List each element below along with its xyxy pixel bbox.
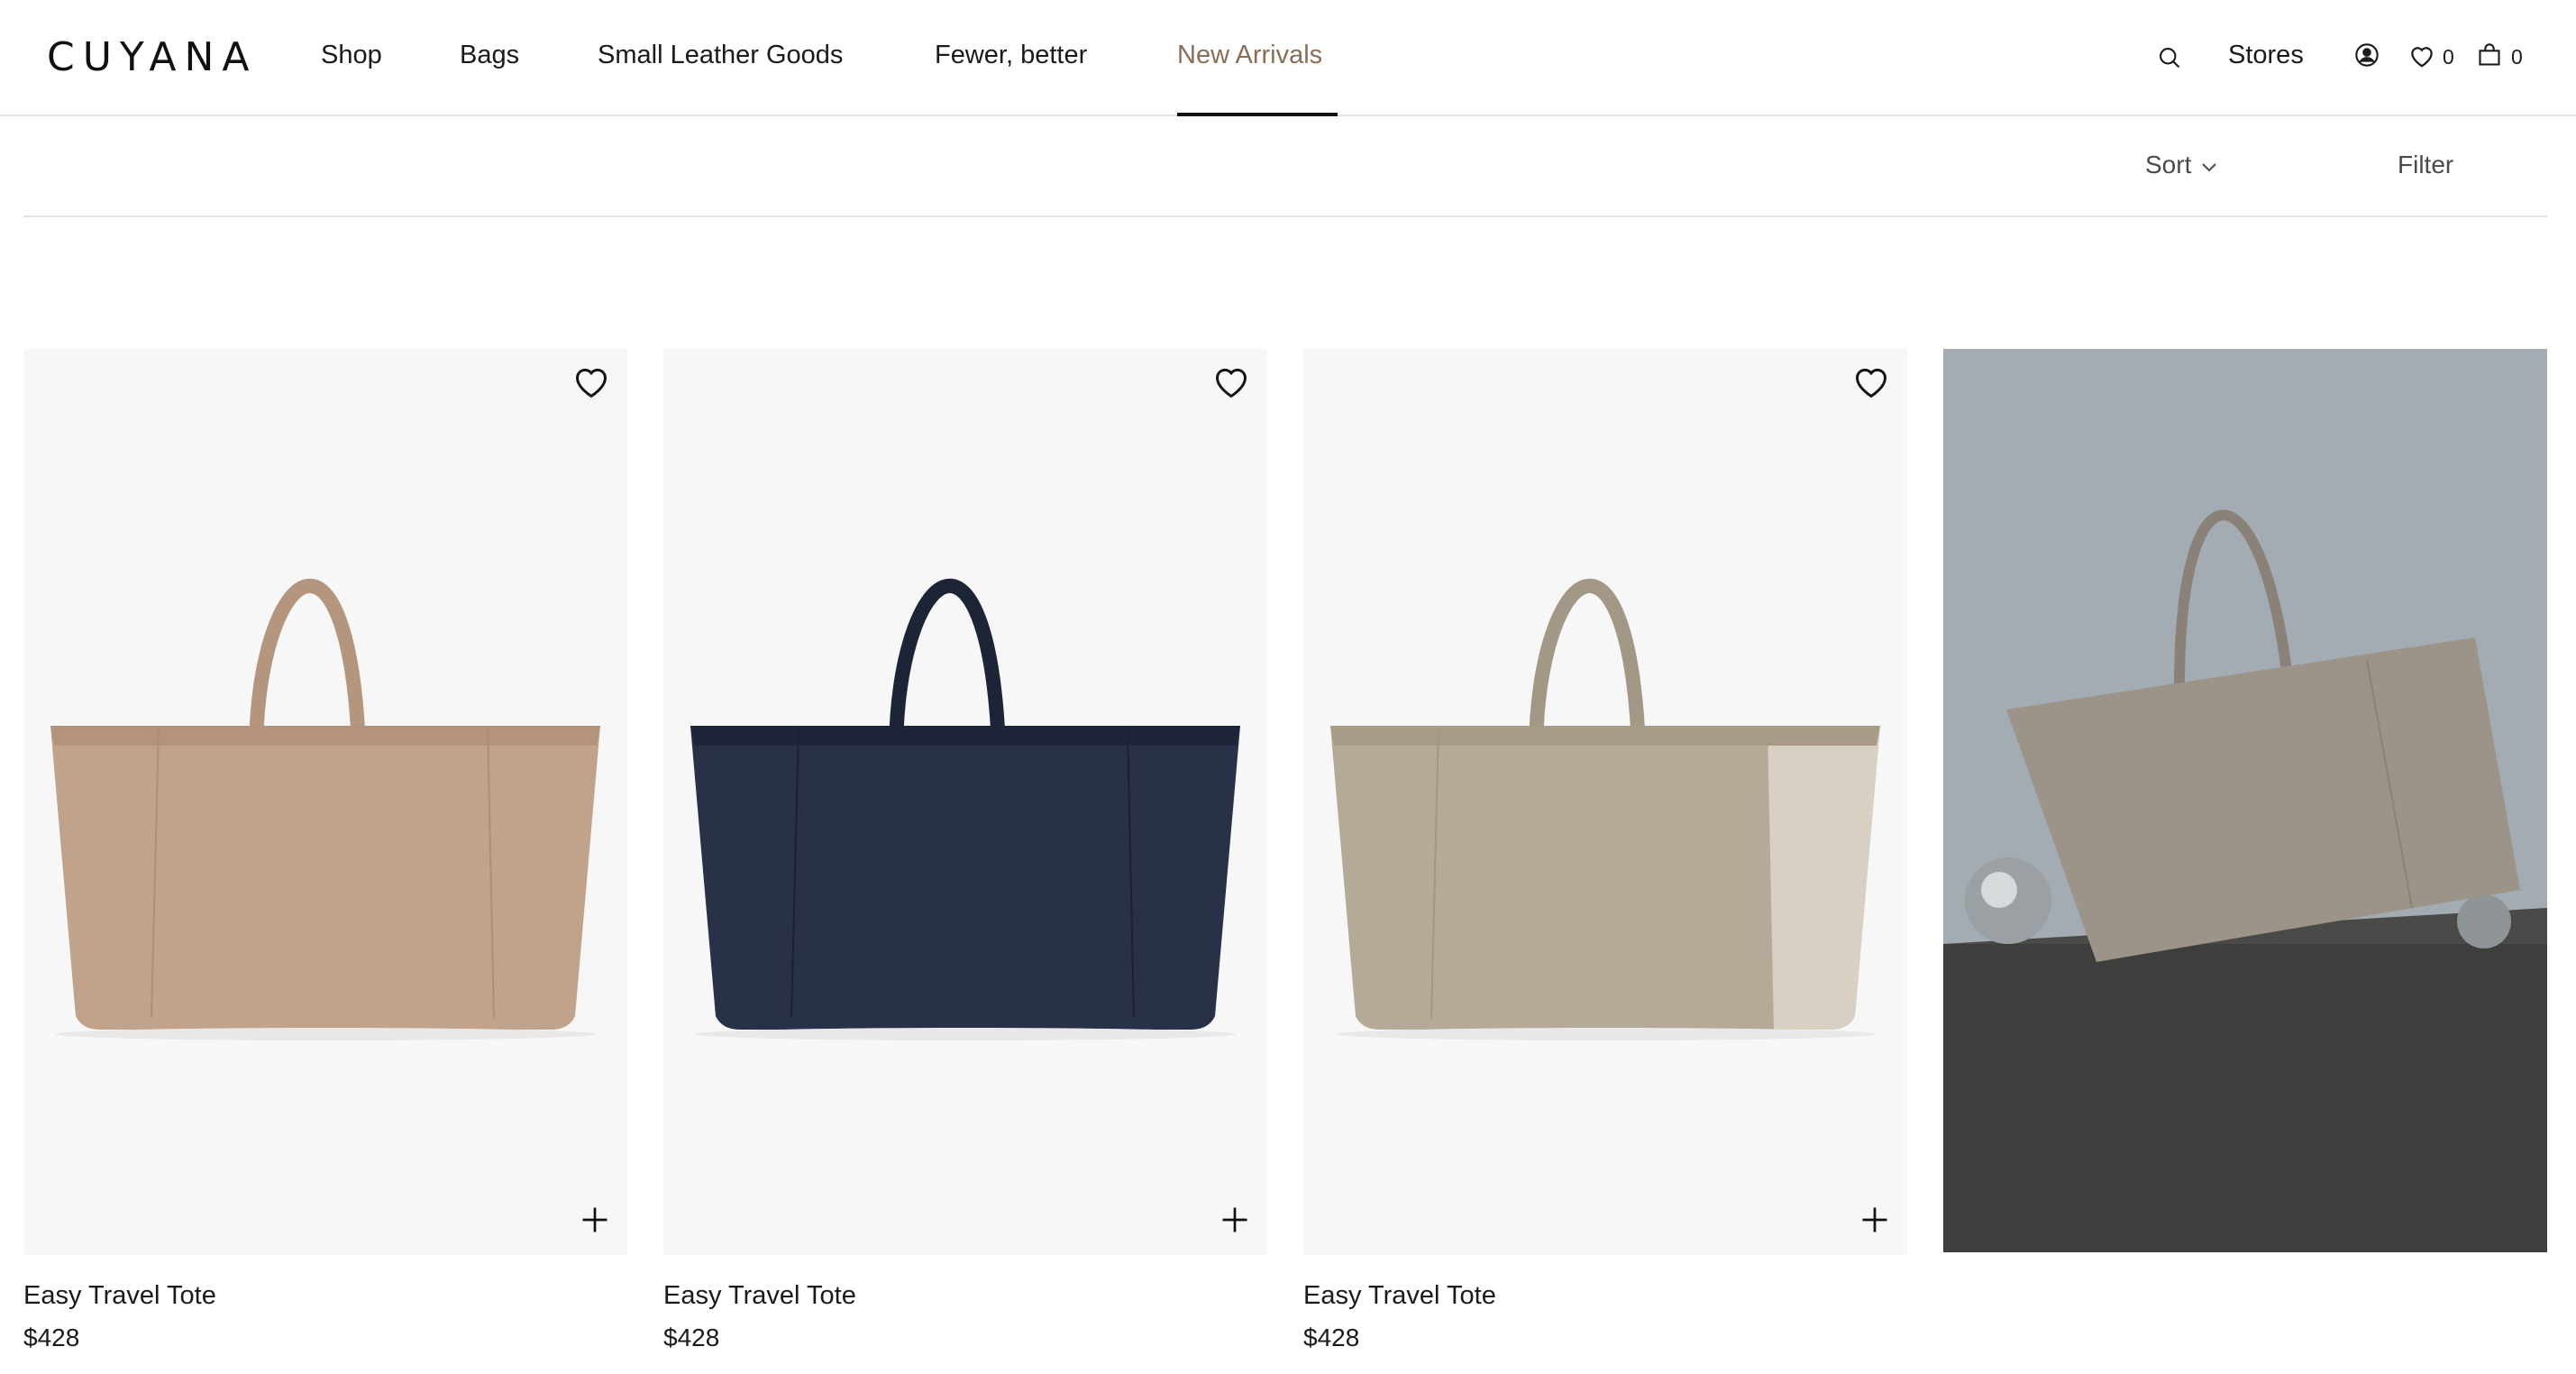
tote-bag-image-navy	[690, 578, 1240, 1040]
chevron-down-icon	[2202, 162, 2217, 172]
wishlist-heart-icon[interactable]	[1211, 363, 1251, 404]
user-icon[interactable]	[2354, 42, 2380, 72]
product-name[interactable]: Easy Travel Tote	[23, 1281, 216, 1311]
sort-dropdown[interactable]: Sort	[2145, 151, 2218, 179]
heart-icon[interactable]	[2408, 43, 2435, 73]
wishlist-heart-icon[interactable]	[571, 363, 611, 404]
product-image[interactable]	[663, 349, 1267, 1255]
product-card[interactable]: Easy Travel Tote $428	[1303, 349, 1907, 1351]
listing-toolbar: Sort Filter	[23, 116, 2547, 217]
quick-add-plus-icon[interactable]	[1219, 1204, 1251, 1241]
wishlist-heart-icon[interactable]	[1851, 363, 1891, 404]
quick-add-plus-icon[interactable]	[579, 1204, 611, 1241]
product-price: $428	[663, 1324, 720, 1351]
editorial-image	[1943, 349, 2547, 1252]
utility-nav: Stores 0 0	[0, 0, 2576, 116]
filter-button[interactable]: Filter	[2398, 151, 2453, 179]
quick-add-plus-icon[interactable]	[1859, 1204, 1891, 1241]
tote-bag-image-taupe	[1330, 578, 1880, 1040]
product-card[interactable]: Easy Travel Tote $428	[663, 349, 1267, 1351]
tote-on-plinth-image	[1943, 349, 2547, 1252]
cart-count: 0	[2511, 45, 2523, 69]
product-card[interactable]: Easy Travel Tote $428	[23, 349, 627, 1351]
product-name[interactable]: Easy Travel Tote	[663, 1281, 856, 1311]
search-icon[interactable]	[2157, 45, 2182, 75]
product-name[interactable]: Easy Travel Tote	[1303, 1281, 1496, 1311]
stores-link[interactable]: Stores	[2228, 41, 2304, 70]
site-header: CUYANA Shop Bags Small Leather Goods Few…	[0, 0, 2576, 116]
product-price: $428	[1303, 1324, 1360, 1351]
wishlist-count: 0	[2443, 45, 2454, 69]
bag-icon[interactable]	[2477, 42, 2502, 72]
product-image[interactable]	[23, 349, 627, 1255]
product-price: $428	[23, 1324, 80, 1351]
tote-bag-image-tan	[50, 578, 600, 1040]
product-image[interactable]	[1303, 349, 1907, 1255]
editorial-tile	[1943, 349, 2547, 1252]
sort-label: Sort	[2145, 151, 2192, 179]
